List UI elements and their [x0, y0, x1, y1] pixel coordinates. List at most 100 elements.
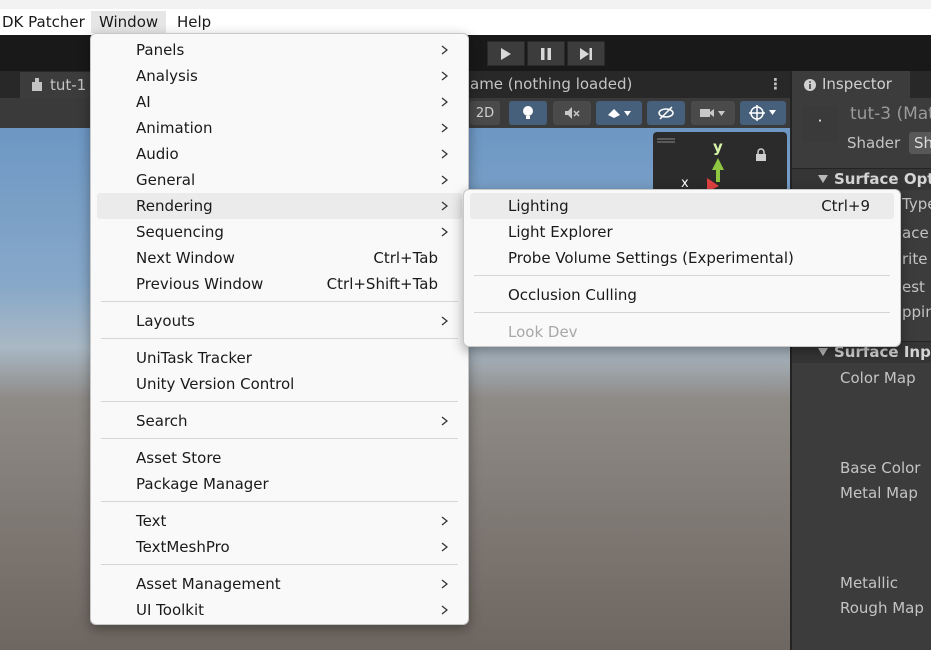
- menu-item-label: Asset Store: [136, 449, 222, 467]
- tab-scene[interactable]: tut-1: [20, 72, 97, 98]
- menu-item-unitask-tracker[interactable]: UniTask Tracker: [97, 345, 462, 371]
- menu-item-label: Unity Version Control: [136, 375, 295, 393]
- submenu-item-look-dev: Look Dev: [470, 319, 894, 345]
- chevron-right-icon: [441, 45, 448, 55]
- depth-test-label: est: [902, 278, 925, 296]
- lock-icon[interactable]: [755, 148, 767, 162]
- menu-item-previous-window[interactable]: Previous Window Ctrl+Shift+Tab: [97, 271, 462, 297]
- chevron-right-icon: [441, 605, 448, 615]
- chevron-right-icon: [441, 579, 448, 589]
- lighting-toggle-button[interactable]: [509, 101, 547, 125]
- color-map-label: Color Map: [840, 369, 916, 387]
- menu-item-label: Analysis: [136, 67, 198, 85]
- menu-item-analysis[interactable]: Analysis: [97, 63, 462, 89]
- toggle-2d-button[interactable]: 2D: [470, 101, 500, 125]
- metal-map-label: Metal Map: [840, 484, 918, 502]
- submenu-item-light-explorer[interactable]: Light Explorer: [470, 219, 894, 245]
- menu-item-ai[interactable]: AI: [97, 89, 462, 115]
- play-button[interactable]: [487, 41, 525, 66]
- hamburger-icon: [657, 138, 675, 143]
- inspector-tab-label: Inspector: [822, 75, 892, 93]
- menu-item-label: General: [136, 171, 196, 189]
- audio-toggle-button[interactable]: [553, 101, 591, 125]
- tab-scene-label: tut-1: [50, 76, 87, 94]
- menu-item-label: UniTask Tracker: [136, 349, 252, 367]
- chevron-right-icon: [441, 123, 448, 133]
- submenu-item-occlusion-culling[interactable]: Occlusion Culling: [470, 282, 894, 308]
- window-menu-dropdown: Panels Analysis AI Animation Audio General Ren…: [90, 33, 469, 625]
- chevron-right-icon: [441, 227, 448, 237]
- menu-separator: [101, 438, 458, 439]
- menu-item-unity-version-control[interactable]: Unity Version Control: [97, 371, 462, 397]
- menu-item-shortcut: Ctrl+Shift+Tab: [326, 275, 438, 293]
- menu-item-general[interactable]: General: [97, 167, 462, 193]
- menu-item-package-manager[interactable]: Package Manager: [97, 471, 462, 497]
- shader-dropdown[interactable]: Sh: [909, 132, 931, 154]
- depth-write-label: rite: [902, 250, 928, 268]
- menu-item-label: AI: [136, 93, 151, 111]
- render-face-label: ace: [902, 224, 929, 242]
- menu-item-animation[interactable]: Animation: [97, 115, 462, 141]
- hidden-objects-toggle-button[interactable]: [647, 101, 685, 125]
- step-icon: [580, 47, 592, 60]
- metallic-label: Metallic: [840, 574, 898, 592]
- menu-item-label: Layouts: [136, 312, 195, 330]
- menu-item-layouts[interactable]: Layouts: [97, 308, 462, 334]
- submenu-separator: [474, 312, 890, 313]
- triangle-down-icon: [818, 175, 828, 183]
- menu-item-audio[interactable]: Audio: [97, 141, 462, 167]
- menu-help[interactable]: Help: [169, 11, 219, 33]
- effects-dropdown-button[interactable]: [596, 101, 642, 125]
- menu-item-asset-management[interactable]: Asset Management: [97, 571, 462, 597]
- material-preview-thumbnail: ·: [802, 106, 838, 142]
- menu-bar: DK Patcher Window Help: [0, 0, 931, 35]
- alpha-clipping-label: ppin: [902, 303, 931, 321]
- pause-button[interactable]: [527, 41, 565, 66]
- more-options-icon[interactable]: ⋮: [768, 71, 783, 98]
- menu-item-next-window[interactable]: Next Window Ctrl+Tab: [97, 245, 462, 271]
- menu-item-label: UI Toolkit: [136, 601, 205, 619]
- gizmo-icon: [749, 105, 776, 121]
- orientation-gizmo[interactable]: y x: [653, 132, 787, 192]
- menu-item-label: Text: [136, 512, 167, 530]
- menu-dk-patcher[interactable]: DK Patcher: [0, 11, 93, 33]
- menu-item-asset-store[interactable]: Asset Store: [97, 445, 462, 471]
- gizmos-dropdown-button[interactable]: [740, 101, 786, 125]
- chevron-right-icon: [441, 71, 448, 81]
- chevron-right-icon: [441, 97, 448, 107]
- menu-window[interactable]: Window: [91, 11, 167, 33]
- submenu-item-label: Light Explorer: [508, 223, 613, 241]
- lightbulb-icon: [523, 106, 533, 119]
- menu-item-label: Panels: [136, 41, 185, 59]
- submenu-item-label: Look Dev: [508, 323, 578, 341]
- scene-icon: [32, 78, 42, 91]
- step-button[interactable]: [567, 41, 605, 66]
- effects-icon: [608, 109, 631, 118]
- surface-options-title: Surface Optic: [834, 170, 931, 188]
- menu-item-sequencing[interactable]: Sequencing: [97, 219, 462, 245]
- eye-slash-icon: [658, 106, 674, 120]
- menu-item-panels[interactable]: Panels: [97, 37, 462, 63]
- menu-item-ui-toolkit[interactable]: UI Toolkit: [97, 597, 462, 623]
- submenu-item-probe-volume-settings-experimental[interactable]: Probe Volume Settings (Experimental): [470, 245, 894, 271]
- submenu-item-label: Lighting: [508, 197, 569, 215]
- menu-item-label: Sequencing: [136, 223, 224, 241]
- base-color-label: Base Color: [840, 459, 921, 477]
- pause-icon: [541, 47, 551, 60]
- menu-item-label: Audio: [136, 145, 179, 163]
- chevron-right-icon: [441, 149, 448, 159]
- audio-mute-icon: [565, 107, 580, 119]
- menu-item-text[interactable]: Text: [97, 508, 462, 534]
- camera-dropdown-button[interactable]: [691, 101, 735, 125]
- triangle-down-icon: [818, 348, 828, 356]
- menu-item-textmeshpro[interactable]: TextMeshPro: [97, 534, 462, 560]
- surface-type-label: Type: [902, 195, 931, 213]
- chevron-right-icon: [441, 201, 448, 211]
- menu-item-search[interactable]: Search: [97, 408, 462, 434]
- tab-inspector[interactable]: Inspector: [792, 71, 910, 98]
- submenu-item-lighting[interactable]: Lighting Ctrl+9: [470, 193, 894, 219]
- menu-item-shortcut: Ctrl+Tab: [373, 249, 438, 267]
- menu-item-rendering[interactable]: Rendering: [97, 193, 462, 219]
- submenu-item-shortcut: Ctrl+9: [821, 197, 870, 215]
- menu-separator: [101, 338, 458, 339]
